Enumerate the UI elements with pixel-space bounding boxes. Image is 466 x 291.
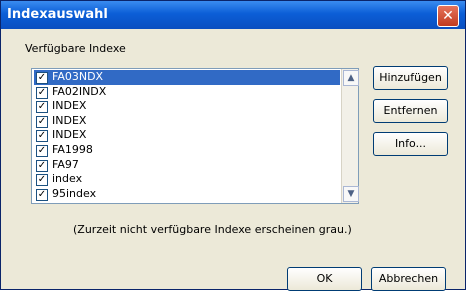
checkbox-icon[interactable]: ✓ <box>36 72 48 84</box>
list-item-label: INDEX <box>52 113 87 127</box>
entfernen-button[interactable]: Entfernen <box>373 99 448 123</box>
vertical-scrollbar[interactable]: ▲ ▼ <box>341 69 359 203</box>
dialog-window: Indexauswahl ✕ Verfügbare Indexe ✓ FA03N… <box>0 0 466 291</box>
list-item[interactable]: ✓ index <box>34 172 340 187</box>
list-item[interactable]: ✓ INDEX <box>34 99 340 114</box>
index-listbox[interactable]: ✓ FA03NDX ✓ FA02INDX ✓ INDEX ✓ INDEX ✓ I… <box>31 68 359 204</box>
title-bar[interactable]: Indexauswahl ✕ <box>1 1 465 29</box>
list-item[interactable]: ✓ 95index <box>34 187 340 202</box>
checkbox-icon[interactable]: ✓ <box>36 86 48 99</box>
close-button[interactable]: ✕ <box>437 5 459 27</box>
checkbox-icon[interactable]: ✓ <box>36 101 48 114</box>
list-item-label: FA97 <box>52 157 79 171</box>
checkbox-icon[interactable]: ✓ <box>36 159 48 172</box>
hinzufuegen-button[interactable]: Hinzufügen <box>373 66 448 90</box>
checkbox-icon[interactable]: ✓ <box>36 174 48 187</box>
list-item[interactable]: ✓ FA03NDX <box>34 70 340 85</box>
index-list: ✓ FA03NDX ✓ FA02INDX ✓ INDEX ✓ INDEX ✓ I… <box>34 70 340 201</box>
list-item-label: INDEX <box>52 99 87 113</box>
ok-button[interactable]: OK <box>287 267 362 291</box>
info-button[interactable]: Info... <box>373 132 448 156</box>
list-item[interactable]: ✓ INDEX <box>34 114 340 129</box>
availability-hint: (Zurzeit nicht verfügbare Indexe erschei… <box>73 223 352 236</box>
list-item-label: FA03NDX <box>52 70 104 83</box>
list-item-label: FA1998 <box>52 142 93 156</box>
list-item[interactable]: ✓ FA1998 <box>34 143 340 158</box>
list-item[interactable]: ✓ INDEX <box>34 128 340 143</box>
window-title: Indexauswahl <box>7 7 108 22</box>
section-label: Verfügbare Indexe <box>25 42 126 55</box>
chevron-down-icon[interactable]: ▼ <box>343 186 359 202</box>
list-item[interactable]: ✓ FA97 <box>34 158 340 173</box>
checkbox-icon[interactable]: ✓ <box>36 130 48 143</box>
list-item[interactable]: ✓ FA02INDX <box>34 85 340 100</box>
checkbox-icon[interactable]: ✓ <box>36 115 48 128</box>
list-item-label: 95index <box>52 186 97 200</box>
list-item-label: INDEX <box>52 128 87 142</box>
list-item-label: FA02INDX <box>52 84 107 98</box>
list-item-label: index <box>52 172 83 186</box>
checkbox-icon[interactable]: ✓ <box>36 144 48 157</box>
abbrechen-button[interactable]: Abbrechen <box>371 267 446 291</box>
chevron-up-icon[interactable]: ▲ <box>343 70 359 86</box>
checkbox-icon[interactable]: ✓ <box>36 188 48 201</box>
